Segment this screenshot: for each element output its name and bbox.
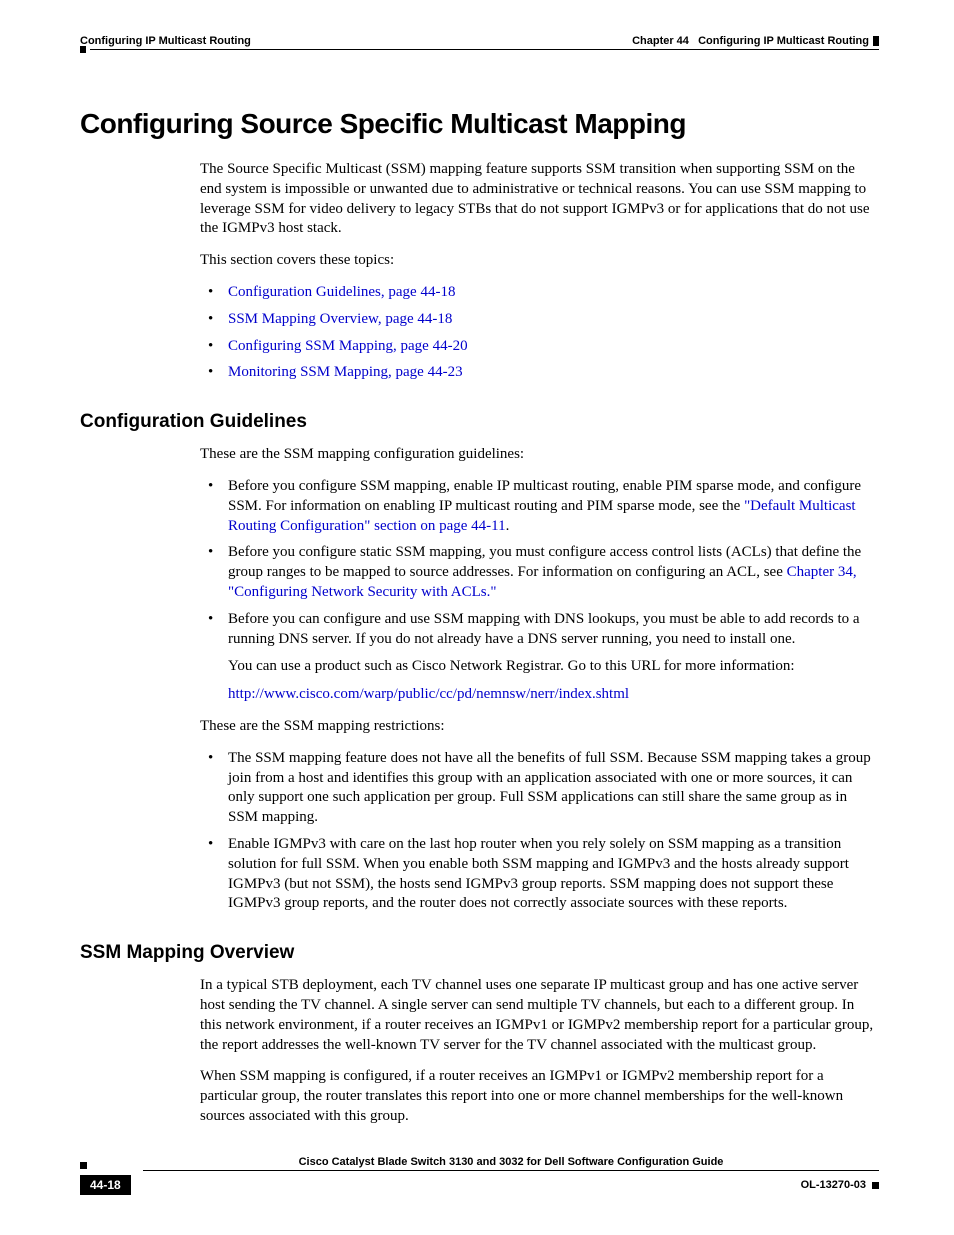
topic-link[interactable]: Configuring SSM Mapping, page 44-20 (228, 338, 468, 354)
header-chapter: Chapter 44 (632, 35, 689, 47)
intro-paragraph-1: The Source Specific Multicast (SSM) mapp… (200, 160, 879, 239)
cg-item-1-post: . (506, 518, 510, 534)
topic-link-item: Monitoring SSM Mapping, page 44-23 (200, 363, 879, 383)
header-rule-icon (873, 36, 879, 46)
topic-link-item: Configuration Guidelines, page 44-18 (200, 283, 879, 303)
footer-square-right-icon (872, 1182, 879, 1189)
cg-item-3-p1: Before you can configure and use SSM map… (228, 611, 860, 647)
cg-item-1: Before you configure SSM mapping, enable… (200, 477, 879, 536)
topic-link[interactable]: SSM Mapping Overview, page 44-18 (228, 311, 452, 327)
cg-item-3: Before you can configure and use SSM map… (200, 610, 879, 705)
footer-row: 44-18 OL-13270-03 (80, 1175, 879, 1195)
restriction-item-1: The SSM mapping feature does not have al… (200, 749, 879, 828)
smo-paragraph-2: When SSM mapping is configured, if a rou… (200, 1067, 879, 1126)
header-rule-left-icon (80, 46, 86, 53)
doc-id-text: OL-13270-03 (801, 1179, 866, 1191)
smo-paragraph-1: In a typical STB deployment, each TV cha… (200, 976, 879, 1055)
main-heading: Configuring Source Specific Multicast Ma… (80, 108, 879, 140)
header-chapter-title: Configuring IP Multicast Routing (698, 35, 869, 47)
footer-square-icon (80, 1162, 87, 1169)
cg-intro: These are the SSM mapping configuration … (200, 445, 879, 465)
intro-paragraph-2: This section covers these topics: (200, 251, 879, 271)
page-container: Configuring IP Multicast Routing Chapter… (0, 0, 954, 1235)
ssm-overview-heading: SSM Mapping Overview (80, 942, 879, 964)
topic-link[interactable]: Configuration Guidelines, page 44-18 (228, 284, 455, 300)
restrictions-intro: These are the SSM mapping restrictions: (200, 717, 879, 737)
header-left: Configuring IP Multicast Routing (80, 35, 251, 47)
topic-link-item: SSM Mapping Overview, page 44-18 (200, 310, 879, 330)
cg-item-2: Before you configure static SSM mapping,… (200, 543, 879, 602)
topic-link-item: Configuring SSM Mapping, page 44-20 (200, 337, 879, 357)
header-divider (90, 49, 879, 53)
restrictions-list: The SSM mapping feature does not have al… (200, 749, 879, 914)
cg-item-2-text: Before you configure static SSM mapping,… (228, 544, 861, 580)
cg-list: Before you configure SSM mapping, enable… (200, 477, 879, 705)
header-section-label: Configuring IP Multicast Routing (80, 35, 251, 47)
page-footer: Cisco Catalyst Blade Switch 3130 and 303… (80, 1156, 879, 1195)
restriction-item-2: Enable IGMPv3 with care on the last hop … (200, 835, 879, 914)
footer-book-title: Cisco Catalyst Blade Switch 3130 and 303… (143, 1156, 879, 1171)
doc-id: OL-13270-03 (801, 1179, 879, 1191)
page-header: Configuring IP Multicast Routing Chapter… (80, 35, 879, 47)
cg-item-3-p2: You can use a product such as Cisco Netw… (228, 657, 879, 677)
topic-link[interactable]: Monitoring SSM Mapping, page 44-23 (228, 364, 463, 380)
header-right: Chapter 44 Configuring IP Multicast Rout… (632, 35, 879, 47)
page-number-tab: 44-18 (80, 1175, 131, 1195)
topics-list: Configuration Guidelines, page 44-18 SSM… (200, 283, 879, 383)
cg-item-3-url[interactable]: http://www.cisco.com/warp/public/cc/pd/n… (228, 686, 629, 702)
config-guidelines-heading: Configuration Guidelines (80, 411, 879, 433)
